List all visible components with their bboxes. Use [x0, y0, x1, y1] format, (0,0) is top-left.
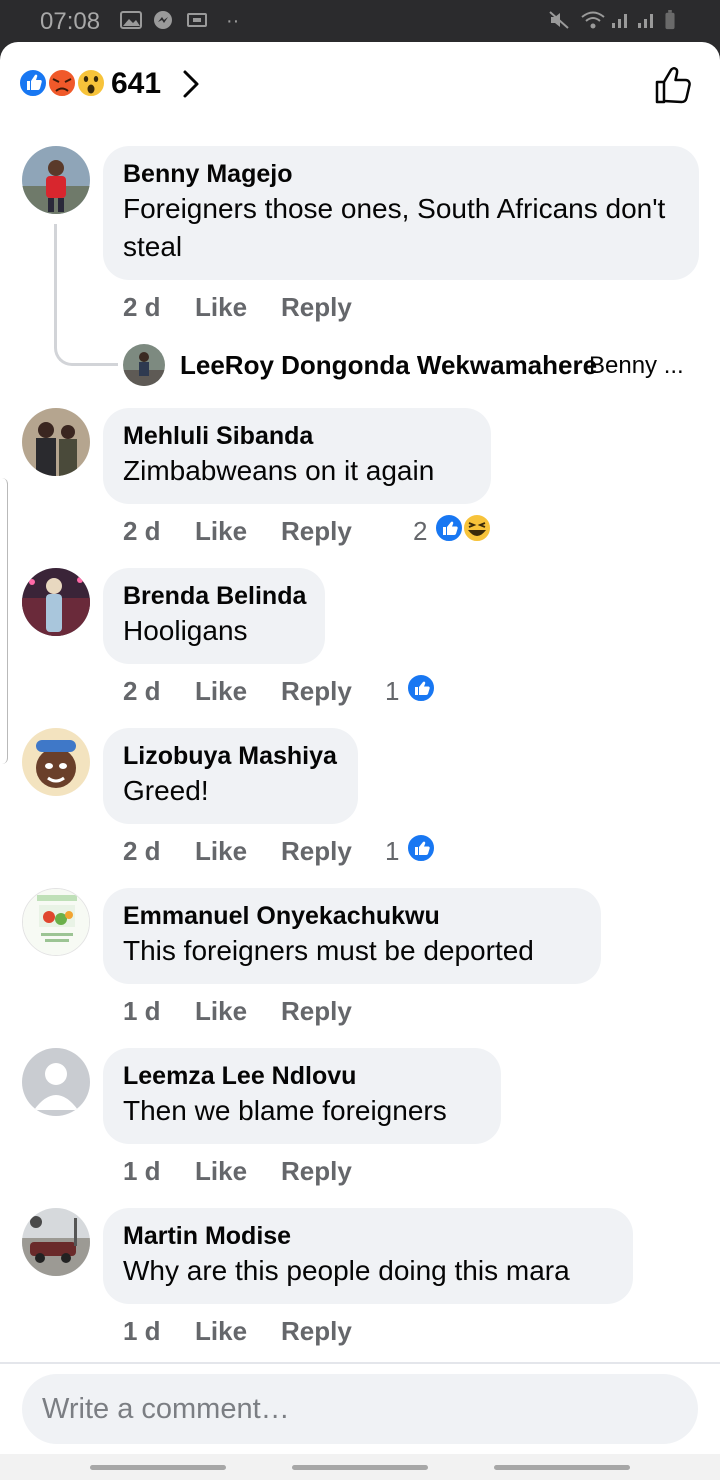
comment-age[interactable]: 2 d: [123, 676, 161, 707]
comment-age[interactable]: 1 d: [123, 1316, 161, 1347]
like-button[interactable]: Like: [195, 1156, 247, 1187]
comment-author[interactable]: Emmanuel Onyekachukwu: [123, 900, 581, 932]
reply-preview[interactable]: LeeRoy Dongonda Wekwamahere Benny ...: [123, 344, 703, 388]
gallery-icon: [120, 11, 142, 29]
comment-age[interactable]: 2 d: [123, 516, 161, 547]
comment-author[interactable]: Lizobuya Mashiya: [123, 740, 338, 772]
reply-button[interactable]: Reply: [281, 1156, 352, 1187]
comment-age[interactable]: 2 d: [123, 836, 161, 867]
comment-author[interactable]: Brenda Belinda: [123, 580, 306, 612]
comment-author[interactable]: Leemza Lee Ndlovu: [123, 1060, 481, 1092]
comment-text: Hooligans: [123, 615, 248, 646]
chevron-right-icon[interactable]: [180, 68, 202, 100]
battery-icon: [665, 10, 675, 30]
like-button[interactable]: Like: [195, 676, 247, 707]
comment-bubble[interactable]: Lizobuya Mashiya Greed!: [103, 728, 358, 824]
default-avatar-icon: [22, 1048, 90, 1116]
comment-bubble[interactable]: Martin Modise Why are this people doing …: [103, 1208, 633, 1304]
reply-snippet: Benny ...: [589, 352, 684, 379]
like-button[interactable]: Like: [195, 516, 247, 547]
back-button[interactable]: [494, 1465, 630, 1470]
like-reaction-icon: [406, 833, 436, 863]
comment-author[interactable]: Martin Modise: [123, 1220, 613, 1252]
avatar[interactable]: [22, 1208, 90, 1276]
signal-icon-2: [638, 14, 653, 28]
comment-bubble[interactable]: Benny Magejo Foreigners those ones, Sout…: [103, 146, 699, 280]
comment-author[interactable]: Benny Magejo: [123, 158, 679, 190]
comment-reactions[interactable]: 1: [385, 832, 437, 866]
comment-bubble[interactable]: Mehluli Sibanda Zimbabweans on it again: [103, 408, 491, 504]
avatar[interactable]: [22, 728, 90, 796]
reactions-header: 641: [0, 42, 720, 132]
like-button[interactable]: Like: [195, 1316, 247, 1347]
comment-bubble[interactable]: Emmanuel Onyekachukwu This foreigners mu…: [103, 888, 601, 984]
comment-text: This foreigners must be deported: [123, 935, 534, 966]
reply-button[interactable]: Reply: [281, 676, 352, 707]
reply-author[interactable]: LeeRoy Dongonda Wekwamahere: [180, 350, 597, 381]
comment-composer[interactable]: [22, 1374, 698, 1444]
like-button[interactable]: Like: [195, 996, 247, 1027]
comment-reactions[interactable]: 1: [385, 672, 437, 706]
wifi-icon: [581, 11, 605, 29]
status-time: 07:08: [40, 8, 101, 35]
comment-text: Zimbabweans on it again: [123, 455, 435, 486]
composer-divider: [0, 1362, 720, 1364]
reply-button[interactable]: Reply: [281, 1316, 352, 1347]
comment-reactions[interactable]: 2: [413, 512, 493, 546]
like-button[interactable]: Like: [195, 292, 247, 323]
comment-age[interactable]: 1 d: [123, 996, 161, 1027]
comment-bubble[interactable]: Leemza Lee Ndlovu Then we blame foreigne…: [103, 1048, 501, 1144]
reply-button[interactable]: Reply: [281, 836, 352, 867]
comment-age[interactable]: 1 d: [123, 1156, 161, 1187]
like-outline-icon[interactable]: [652, 64, 694, 106]
reply-button[interactable]: Reply: [281, 996, 352, 1027]
recents-button[interactable]: [90, 1465, 226, 1470]
like-button[interactable]: Like: [195, 836, 247, 867]
reply-button[interactable]: Reply: [281, 292, 352, 323]
reaction-count[interactable]: 641: [111, 67, 161, 101]
messenger-icon: [154, 11, 172, 29]
reaction-count: 2: [413, 516, 428, 546]
angry-reaction-icon: [47, 68, 77, 98]
avatar[interactable]: [22, 1048, 90, 1116]
scroll-edge-indicator: [0, 478, 8, 764]
comment-author[interactable]: Mehluli Sibanda: [123, 420, 471, 452]
comment-age[interactable]: 2 d: [123, 292, 161, 323]
system-nav-bar: [0, 1454, 720, 1480]
mute-icon: [549, 11, 569, 29]
like-reaction-icon: [406, 673, 436, 703]
more-notifications-icon: ··: [226, 10, 240, 32]
comment-bubble[interactable]: Brenda Belinda Hooligans: [103, 568, 325, 664]
home-button[interactable]: [292, 1465, 428, 1470]
cast-icon: [187, 13, 207, 27]
status-bar: 07:08 ··: [0, 0, 720, 42]
comment-text: Then we blame foreigners: [123, 1095, 447, 1126]
avatar[interactable]: [22, 568, 90, 636]
reaction-summary[interactable]: [18, 66, 108, 100]
signal-icon: [612, 14, 627, 28]
avatar[interactable]: [123, 344, 165, 386]
reply-button[interactable]: Reply: [281, 516, 352, 547]
avatar[interactable]: [22, 146, 90, 214]
comment-text: Why are this people doing this mara: [123, 1255, 570, 1286]
comments-sheet: 641 Benny Magejo Foreigners those ones, …: [0, 42, 720, 1480]
reaction-count: 1: [385, 836, 400, 866]
avatar[interactable]: [22, 888, 90, 956]
comment-text: Greed!: [123, 775, 209, 806]
reaction-count: 1: [385, 676, 400, 706]
haha-reaction-icon: [462, 513, 492, 543]
comment-input[interactable]: [42, 1386, 662, 1432]
avatar[interactable]: [22, 408, 90, 476]
comment-text: Foreigners those ones, South Africans do…: [123, 193, 666, 262]
